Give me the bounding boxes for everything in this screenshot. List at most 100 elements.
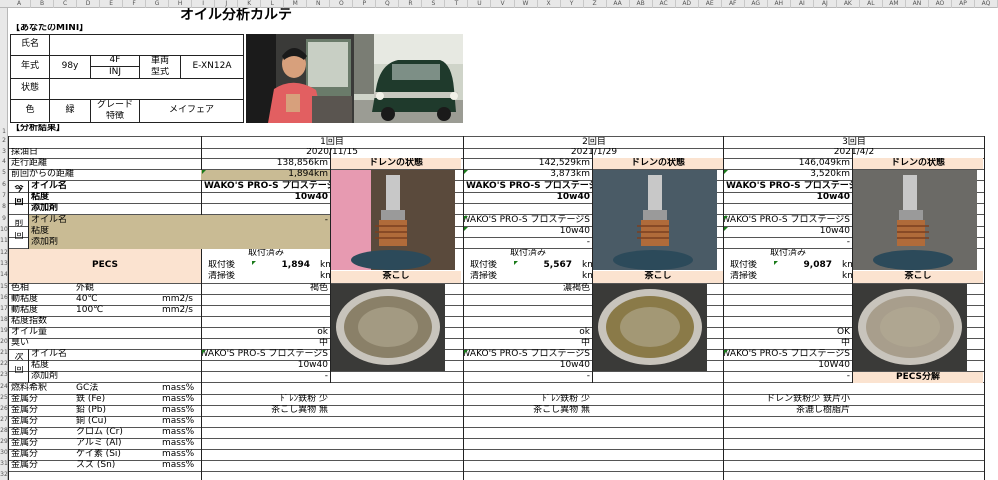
- row-header-3[interactable]: 3: [0, 148, 8, 156]
- next-additive-3[interactable]: -: [724, 371, 852, 382]
- column-header-AF[interactable]: AF: [722, 0, 745, 8]
- column-header-N[interactable]: N: [307, 0, 331, 8]
- column-header-AQ[interactable]: AQ: [975, 0, 998, 8]
- row-header-18[interactable]: 18: [0, 316, 8, 324]
- odometer-1[interactable]: 138,856km: [202, 158, 330, 169]
- prev-additive-3[interactable]: -: [724, 237, 852, 248]
- column-header-W[interactable]: W: [515, 0, 538, 8]
- strainer-photo-1[interactable]: [331, 284, 445, 371]
- grade-label-cell[interactable]: グレード 特徴: [90, 99, 140, 123]
- oil-amount-3[interactable]: OK: [724, 327, 852, 338]
- label-oil-name[interactable]: オイル名: [29, 181, 199, 192]
- label-metal-si[interactable]: 金属分: [9, 449, 69, 460]
- strainer-photo-2[interactable]: [593, 284, 707, 371]
- oil-name-2[interactable]: WAKO'S PRO-S プロステージS: [464, 181, 592, 192]
- additive-2[interactable]: [464, 203, 592, 214]
- label-metal-fe[interactable]: 金属分: [9, 394, 69, 405]
- note-1-2[interactable]: ﾄﾞﾚﾝ鉄粉 少: [464, 394, 592, 405]
- column-header-bar[interactable]: A B C D E F G H I J K L M N O P Q R S T U V W X Y Z AA AB AC AD AE AF AG…: [0, 0, 998, 8]
- viscosity-2[interactable]: 10w40: [464, 192, 592, 203]
- column-header-P[interactable]: P: [353, 0, 377, 8]
- label-metal-cu[interactable]: 金属分: [9, 416, 69, 427]
- column-header-B[interactable]: B: [31, 0, 55, 8]
- row-header-25[interactable]: 25: [0, 394, 8, 402]
- label-prev-oil-name[interactable]: オイル名: [29, 215, 199, 226]
- row-header-10[interactable]: 10: [0, 226, 8, 234]
- name-label[interactable]: 氏名: [10, 34, 50, 56]
- label-visc40[interactable]: 動粘度: [9, 294, 69, 305]
- label-visc-index[interactable]: 粘度指数: [9, 316, 109, 327]
- prev-oil-name-1[interactable]: -: [202, 215, 330, 226]
- state-label[interactable]: 状態: [10, 78, 50, 100]
- column-header-C[interactable]: C: [54, 0, 78, 8]
- smell-2[interactable]: 中: [464, 338, 592, 349]
- engine-cell[interactable]: 4F INJ: [90, 55, 140, 79]
- strainer-label-3[interactable]: 茶こし: [853, 271, 983, 283]
- column-header-X[interactable]: X: [538, 0, 561, 8]
- prev-viscosity-1[interactable]: [202, 226, 330, 237]
- label-metal-pb[interactable]: 金属分: [9, 405, 69, 416]
- column-header-M[interactable]: M: [284, 0, 308, 8]
- label-metal-al[interactable]: 金属分: [9, 438, 69, 449]
- next-oil-name-3[interactable]: WAKO'S PRO-S プロステージS: [724, 349, 852, 360]
- oil-amount-2[interactable]: ok: [464, 327, 592, 338]
- prev-oil-name-3[interactable]: WAKO'S PRO-S プロステージS: [724, 215, 852, 226]
- car-section-heading[interactable]: 【あなたのMINI】: [9, 24, 129, 34]
- column-header-AN[interactable]: AN: [906, 0, 929, 8]
- additive-1[interactable]: [202, 203, 330, 214]
- drain-state-label-1[interactable]: ドレンの状態: [331, 158, 461, 169]
- label-color[interactable]: 色相: [9, 283, 69, 294]
- label-smell[interactable]: 臭い: [9, 338, 109, 349]
- visc40-2[interactable]: [464, 294, 592, 305]
- row-header-1[interactable]: 1: [0, 128, 8, 136]
- visc40-1[interactable]: [202, 294, 330, 305]
- row-header-19[interactable]: 19: [0, 327, 8, 335]
- row-header-15[interactable]: 15: [0, 283, 8, 291]
- odometer-3[interactable]: 146,049km: [724, 158, 852, 169]
- color-label[interactable]: 色: [10, 99, 50, 123]
- column-header-R[interactable]: R: [399, 0, 423, 8]
- column-header-V[interactable]: V: [491, 0, 515, 8]
- color-value[interactable]: 緑: [49, 99, 91, 123]
- column-header-U[interactable]: U: [468, 0, 492, 8]
- analysis-header-3[interactable]: 3回目: [724, 137, 984, 148]
- strainer-photo-3[interactable]: [853, 284, 967, 371]
- label-since-last[interactable]: 前回からの距離: [9, 169, 199, 180]
- column-header-AL[interactable]: AL: [860, 0, 883, 8]
- column-header-AE[interactable]: AE: [699, 0, 722, 8]
- column-header-AI[interactable]: AI: [791, 0, 814, 8]
- color-1[interactable]: 褐色: [202, 283, 330, 294]
- grade-value[interactable]: メイフェア: [139, 99, 244, 123]
- label-metal-sn[interactable]: 金属分: [9, 460, 69, 471]
- row-header-13[interactable]: 13: [0, 260, 8, 268]
- oil-name-3[interactable]: WAKO'S PRO-S プロステージS: [724, 181, 852, 192]
- results-heading[interactable]: 【分析結果】: [9, 124, 129, 134]
- analysis-header-1[interactable]: 1回目: [202, 137, 462, 148]
- column-header-AH[interactable]: AH: [768, 0, 791, 8]
- row-header-32[interactable]: 32: [0, 471, 8, 479]
- prev-viscosity-2[interactable]: 10w40: [464, 226, 592, 237]
- pecs-after-install-value-1[interactable]: 1,894: [252, 260, 312, 271]
- prev-viscosity-3[interactable]: 10w40: [724, 226, 852, 237]
- car-photo[interactable]: [354, 34, 463, 123]
- row-header-22[interactable]: 22: [0, 360, 8, 368]
- next-viscosity-3[interactable]: 10W40: [724, 360, 852, 371]
- column-header-T[interactable]: T: [445, 0, 469, 8]
- viscosity-3[interactable]: 10w40: [724, 192, 852, 203]
- since-last-3[interactable]: 3,520km: [724, 169, 852, 180]
- label-next-additive[interactable]: 添加剤: [29, 371, 199, 382]
- visc-index-3[interactable]: [724, 316, 852, 327]
- drain-state-label-3[interactable]: ドレンの状態: [853, 158, 983, 169]
- analysis-date-3[interactable]: 2021/4/2: [724, 148, 984, 158]
- column-header-H[interactable]: H: [169, 0, 193, 8]
- strainer-label-2[interactable]: 茶こし: [593, 271, 723, 283]
- next-additive-2[interactable]: -: [464, 371, 592, 382]
- label-prev-viscosity[interactable]: 粘度: [29, 226, 199, 237]
- column-header-AG[interactable]: AG: [745, 0, 768, 8]
- oil-name-1[interactable]: WAKO'S PRO-S プロステージS: [202, 181, 330, 192]
- visc100-3[interactable]: [724, 305, 852, 316]
- column-header-J[interactable]: J: [215, 0, 239, 8]
- column-header-O[interactable]: O: [330, 0, 354, 8]
- note-1-3[interactable]: ドレン鉄粉少 鉄片小: [724, 394, 852, 405]
- row-header-9[interactable]: 9: [0, 215, 8, 223]
